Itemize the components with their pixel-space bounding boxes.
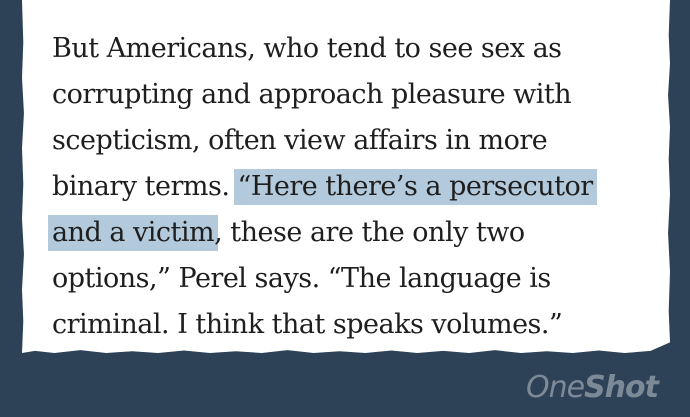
text-line: binary terms. “Here there’s a persecutor — [52, 164, 667, 210]
text-line: options,” Perel says. “The language is — [52, 263, 551, 294]
quote-text: But Americans, who tend to see sex as co… — [48, 26, 667, 348]
text-line: criminal. I think that speaks volumes.” — [52, 309, 563, 340]
text-fragment: , these are the only two — [214, 217, 525, 248]
text-line: and a victim, these are the only two — [48, 210, 667, 256]
text-line: corrupting and approach pleasure with — [52, 79, 572, 110]
highlighted-text[interactable]: and a victim — [48, 215, 219, 251]
watermark-one: One — [525, 370, 585, 405]
watermark-shot: Shot — [584, 370, 659, 405]
text-line: But Americans, who tend to see sex as — [52, 33, 562, 64]
highlighted-text[interactable]: “Here there’s a persecutor — [233, 169, 597, 205]
text-fragment: binary terms. — [52, 171, 238, 202]
text-line: scepticism, often view affairs in more — [52, 125, 548, 156]
torn-paper-card: But Americans, who tend to see sex as co… — [22, 0, 670, 353]
oneshot-watermark: OneShot — [525, 370, 659, 405]
